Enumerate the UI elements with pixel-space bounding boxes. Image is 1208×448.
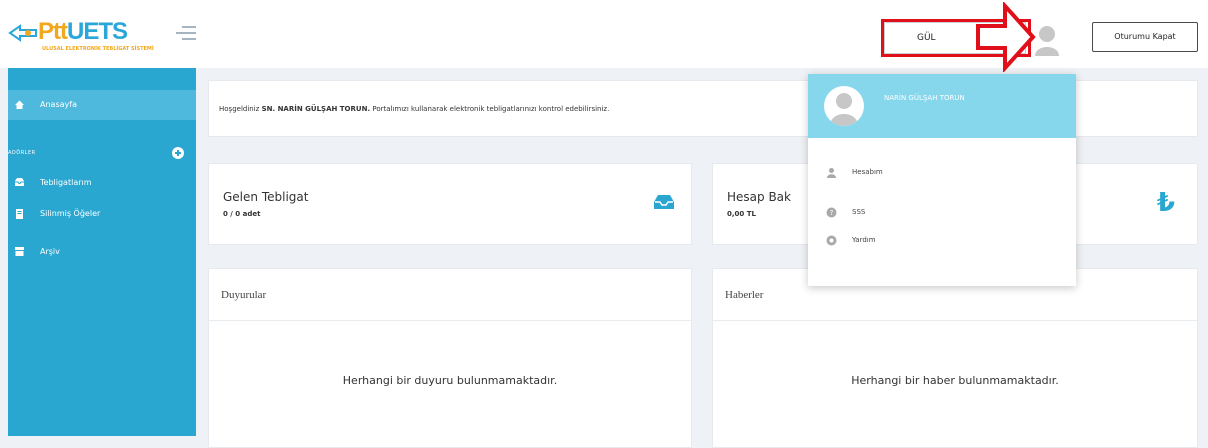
logo-tagline: ULUSAL ELEKTRONİK TEBLİGAT SİSTEMİ [42,46,154,52]
user-menu-header: NARİN GÜLŞAH TORUN [808,74,1076,138]
highlight-arrow-icon [976,2,1036,72]
gelen-tebligat-card[interactable]: Gelen Tebligat 0 / 0 adet [208,163,692,245]
avatar [824,86,864,126]
welcome-user-name: SN. NARİN GÜLŞAH TORUN. [261,105,371,113]
card-value: 0,00 TL [727,210,756,218]
inbox-tray-icon [654,195,674,209]
menu-item-label: Hesabım [852,168,883,176]
lira-icon: ₺ [1156,188,1175,218]
empty-message: Herhangi bir duyuru bulunmamaktadır. [342,374,558,387]
welcome-text: Hoşgeldiniz SN. NARİN GÜLŞAH TORUN. Port… [219,105,609,113]
help-icon [826,235,837,246]
archive-icon [15,247,24,256]
empty-message: Herhangi bir haber bulunmamaktadır. [851,374,1059,387]
logo-mark-icon [8,24,37,42]
top-bar: PttUETS ULUSAL ELEKTRONİK TEBLİGAT SİSTE… [0,0,1208,72]
user-menu-dropdown: NARİN GÜLŞAH TORUN Hesabım ? SSS Yardım [808,74,1076,286]
avatar-icon [830,93,858,126]
sidebar-item-label: Silinmiş Öğeler [40,209,101,218]
panel-title: Duyurular [221,289,267,301]
card-title: Hesap Bak [727,190,791,204]
svg-text:?: ? [830,209,834,217]
avatar-icon[interactable] [1034,24,1060,56]
sidebar-item-label: Anasayfa [40,100,77,109]
inbox-icon [15,178,24,186]
menu-item-yardim[interactable]: Yardım [808,230,1076,252]
sidebar-section-label: ADÖRLER [8,150,36,156]
sidebar-item-label: Arşiv [40,247,60,256]
add-folder-icon[interactable] [172,147,184,159]
user-icon [827,168,836,178]
menu-item-hesabim[interactable]: Hesabım [808,162,1076,184]
sidebar-item-label: Tebligatlarım [40,178,92,187]
sidebar: Anasayfa ADÖRLER Tebligatlarım Silinmiş … [8,68,196,436]
user-select-value: GÜL [917,33,936,43]
welcome-prefix: Hoşgeldiniz [219,105,260,113]
question-icon: ? [826,207,837,218]
menu-item-label: SSS [852,208,866,216]
panel-header: Duyurular [209,269,691,321]
card-value: 0 / 0 adet [223,210,261,218]
sidebar-item-home[interactable]: Anasayfa [8,90,196,120]
menu-toggle-icon[interactable] [176,26,196,42]
welcome-suffix: Portalımızı kullanarak elektronik teblig… [372,105,610,113]
logo-wordmark: PttUETS [38,18,128,46]
ptt-uets-logo[interactable]: PttUETS ULUSAL ELEKTRONİK TEBLİGAT SİSTE… [8,14,186,54]
card-title: Gelen Tebligat [223,190,309,204]
menu-item-label: Yardım [852,236,876,244]
sidebar-item-arsiv[interactable]: Arşiv [8,237,196,267]
menu-item-sss[interactable]: ? SSS [808,202,1076,224]
home-icon [15,100,24,109]
user-menu-name: NARİN GÜLŞAH TORUN [884,94,965,102]
duyurular-panel: Duyurular Herhangi bir duyuru bulunmamak… [208,268,692,448]
logo-ptt-text: Ptt [38,18,68,45]
sidebar-item-tebligatlarim[interactable]: Tebligatlarım [8,168,196,198]
sidebar-item-silinmis[interactable]: Silinmiş Öğeler [8,199,196,229]
trash-icon [16,209,23,219]
logo-uets-text: UETS [67,18,128,45]
panel-title: Haberler [725,289,764,301]
haberler-panel: Haberler Herhangi bir haber bulunmamakta… [712,268,1198,448]
logout-button[interactable]: Oturumu Kapat [1092,22,1198,52]
